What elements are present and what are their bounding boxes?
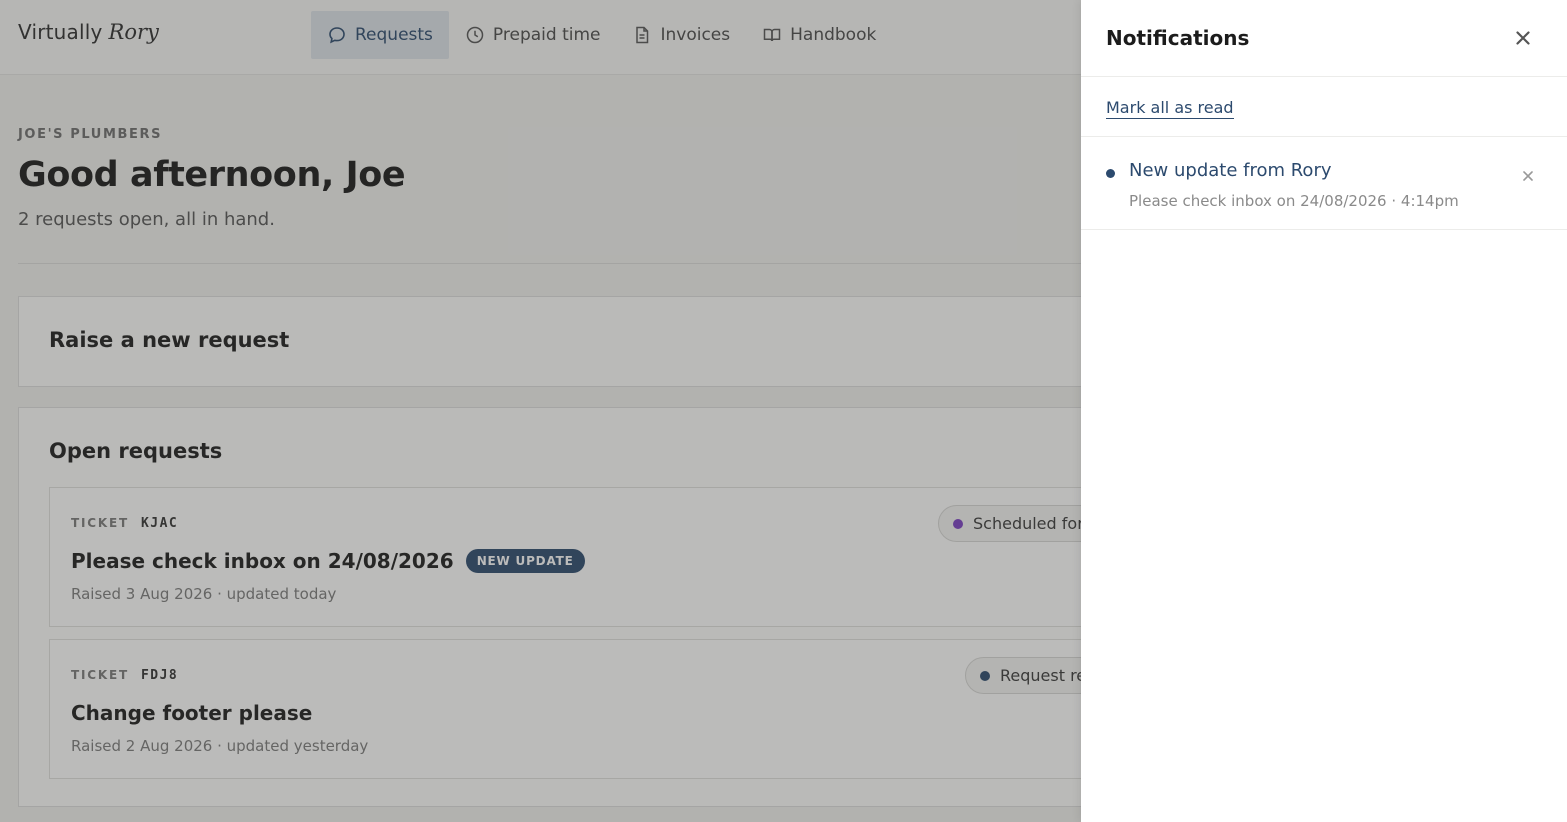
notification-title: New update from Rory: [1129, 160, 1332, 181]
dismiss-notification-button[interactable]: [1521, 168, 1535, 182]
drawer-actions: Mark all as read: [1081, 77, 1567, 137]
close-button[interactable]: [1511, 26, 1535, 50]
unread-dot-icon: [1106, 169, 1115, 178]
drawer-title: Notifications: [1106, 26, 1250, 50]
close-icon: [1516, 31, 1530, 45]
notification-item[interactable]: New update from Rory Please check inbox …: [1081, 137, 1567, 230]
mark-all-read-link[interactable]: Mark all as read: [1106, 98, 1234, 119]
notification-body: Please check inbox on 24/08/2026 · 4:14p…: [1129, 192, 1459, 210]
close-icon: [1523, 171, 1533, 181]
notifications-drawer: Notifications Mark all as read New updat…: [1081, 0, 1567, 822]
drawer-header: Notifications: [1081, 0, 1567, 77]
